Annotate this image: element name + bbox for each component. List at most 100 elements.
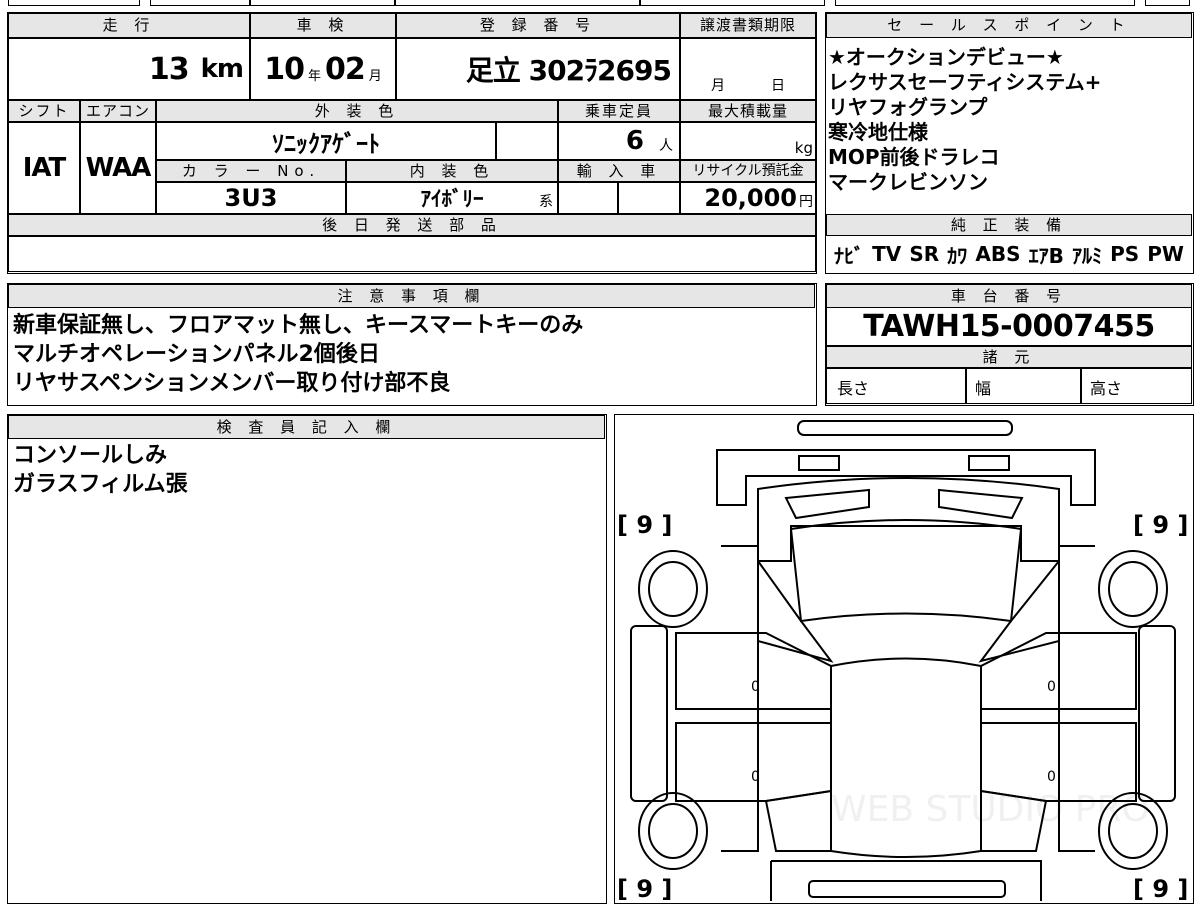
body-left: [721, 545, 759, 852]
color-no-header: カ ラ ー No.: [156, 160, 346, 182]
front-small-right: [968, 455, 1010, 471]
top-strip-cell: [640, 0, 825, 6]
spec-length-label: 長さ: [837, 379, 870, 398]
diagram-watermark: WEB STUDIO PRO: [831, 789, 1150, 830]
mileage-value: 13: [148, 51, 190, 87]
inspection-year-unit: 年: [307, 68, 321, 84]
exterior-color-header: 外 装 色: [156, 100, 558, 122]
equipment-item: PW: [1147, 242, 1184, 266]
top-strip-cell: [8, 0, 140, 6]
registration-cell: 足立 302ﾗ2695: [396, 38, 680, 100]
inspection-month: 02: [325, 51, 366, 87]
recycle-cell: 20,000 円: [680, 182, 816, 214]
note-line: リヤサスペンションメンバー取り付け部不良: [13, 371, 451, 396]
chassis-number: TAWH15-0007455: [863, 309, 1155, 344]
sales-point: ★オークションデビュー★: [828, 45, 1064, 69]
door-mark-front-right: 0: [1047, 679, 1056, 695]
exterior-color-cell: ｿﾆｯｸｱｹﾞｰﾄ: [156, 122, 496, 160]
equipment-item: PS: [1110, 242, 1140, 266]
capacity-value: 6: [625, 126, 644, 156]
right-side-strip: [1138, 625, 1176, 802]
inspection-year: 10: [264, 51, 305, 87]
left-side-strip: [630, 625, 668, 802]
import-cell-a: [558, 182, 618, 214]
inspector-body: コンソールしみ ガラスフィルム張: [13, 441, 598, 499]
equipment-item: ｶﾜ: [947, 243, 968, 268]
transfer-day-unit: 日: [771, 78, 785, 94]
registration-header: 登 録 番 号: [396, 13, 680, 38]
later-parts-header: 後 日 発 送 部 品: [8, 214, 816, 236]
sales-point: リヤフォグランプ: [828, 95, 988, 119]
notes-header: 注 意 事 項 欄: [8, 284, 815, 308]
mileage-cell: 13 km: [8, 38, 250, 100]
door-mark-rear-left: 0: [751, 769, 760, 785]
genuine-equipment-header: 純 正 装 備: [826, 214, 1192, 236]
windshield: [789, 519, 1023, 623]
tire-mark-rear-left: [ 9 ]: [617, 875, 673, 903]
spec-height-cell: 高さ: [1081, 368, 1192, 404]
equipment-item: TV: [872, 242, 902, 266]
rear-left-door: [675, 722, 832, 802]
transfer-deadline-cell: 月 日: [680, 38, 816, 100]
note-line: 新車保証無し、フロアマット無し、キースマートキーのみ: [13, 313, 584, 338]
recycle-value: 20,000: [704, 184, 797, 212]
door-mark-rear-right: 0: [1047, 769, 1056, 785]
tire-mark-rear-right: [ 9 ]: [1133, 875, 1189, 903]
interior-color-value: ｱｲﾎﾞﾘｰ: [420, 187, 484, 211]
equipment-item: ABS: [975, 242, 1021, 266]
registration-value: 足立 302ﾗ2695: [465, 54, 672, 87]
tire-mark-front-right: [ 9 ]: [1133, 511, 1189, 539]
chassis-header: 車 台 番 号: [826, 284, 1192, 308]
genuine-equipment-list: ﾅﾋﾞ TV SR ｶﾜ ABS ｴｱB ｱﾙﾐ PS PW: [826, 236, 1192, 272]
spec-width-label: 幅: [975, 379, 992, 398]
a-pillar-left: [757, 557, 834, 663]
door-mark-front-left: 0: [751, 679, 760, 695]
mileage-header: 走 行: [8, 13, 250, 38]
transfer-month-unit: 月: [711, 78, 725, 94]
notes-body: 新車保証無し、フロアマット無し、キースマートキーのみ マルチオペレーションパネル…: [13, 311, 808, 401]
inspector-panel: 検 査 員 記 入 欄 コンソールしみ ガラスフィルム張: [7, 414, 607, 904]
sales-point: MOP前後ドラレコ: [828, 145, 1000, 169]
tire-mark-front-left: [ 9 ]: [617, 511, 673, 539]
equipment-item: SR: [909, 242, 940, 266]
import-cell-b: [618, 182, 680, 214]
chassis-cell: TAWH15-0007455: [826, 308, 1192, 346]
color-no-cell: 3U3: [156, 182, 346, 214]
capacity-unit: 人: [659, 138, 673, 154]
inspector-line: ガラスフィルム張: [13, 472, 188, 497]
spec-width-cell: 幅: [966, 368, 1081, 404]
sales-point: 寒冷地仕様: [828, 120, 928, 144]
spec-height-label: 高さ: [1090, 379, 1123, 398]
equipment-item: ｴｱB: [1028, 243, 1064, 268]
exterior-color-value: ｿﾆｯｸｱｹﾞｰﾄ: [272, 129, 380, 158]
top-strip-cell: [150, 0, 250, 6]
ac-value: WAA: [85, 153, 152, 183]
sales-points-header: セ ー ル ス ポ イ ン ト: [826, 13, 1192, 38]
rear-bumper: [808, 880, 1006, 898]
capacity-header: 乗車定員: [558, 100, 680, 122]
top-strip-cell: [835, 0, 1135, 6]
sales-points-panel: セ ー ル ス ポ イ ン ト ★オークションデビュー★ レクサスセーフティシス…: [825, 12, 1194, 274]
sales-points-list: ★オークションデビュー★ レクサスセーフティシステム+ リヤフォグランプ 寒冷地…: [828, 45, 1188, 215]
recycle-unit: 円: [799, 194, 813, 210]
interior-color-header: 内 装 色: [346, 160, 558, 182]
car-diagram-panel: WEB STUDIO PRO [ 9 ] [ 9 ] [ 9 ] [ 9 ] 0…: [614, 414, 1194, 904]
front-bumper-strip: [797, 420, 1013, 436]
vehicle-spec-table: 走 行 車 検 登 録 番 号 譲渡書類期限 13 km 10 年 02 月 足…: [7, 12, 817, 274]
shift-value: IAT: [22, 153, 67, 183]
color-no-value: 3U3: [224, 184, 278, 212]
mileage-unit: km: [200, 54, 244, 84]
specs-header: 諸 元: [826, 346, 1192, 368]
rear-quarter-left: [764, 789, 832, 852]
notes-panel: 注 意 事 項 欄 新車保証無し、フロアマット無し、キースマートキーのみ マルチ…: [7, 283, 817, 406]
ac-header: エアコン: [80, 100, 156, 122]
front-left-door: [675, 632, 832, 710]
interior-color-suffix: 系: [539, 194, 553, 210]
hood-lamp-right: [938, 488, 1024, 520]
import-header: 輸 入 車: [558, 160, 680, 182]
hood-lamp-left: [784, 488, 870, 520]
inspector-header: 検 査 員 記 入 欄: [8, 415, 605, 439]
spec-length-cell: 長さ: [826, 368, 966, 404]
top-strip: [0, 0, 1200, 6]
top-strip-cell: [250, 0, 395, 6]
